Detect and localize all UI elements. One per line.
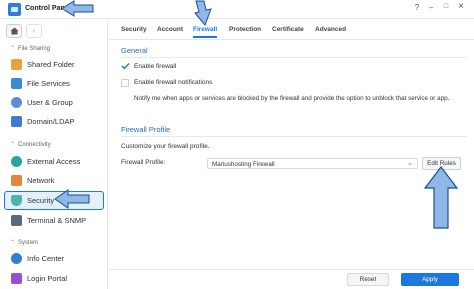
enable-notifications-checkbox[interactable]	[121, 79, 129, 87]
close-icon[interactable]: ×	[455, 1, 467, 12]
tab-protection[interactable]: Protection	[229, 26, 261, 33]
apply-button[interactable]: Apply	[401, 273, 459, 286]
notify-description: Notify me when apps or services are bloc…	[134, 95, 450, 102]
sidebar-item-info-center[interactable]: Info Center	[4, 250, 104, 267]
sidebar-item-file-services[interactable]: File Services	[4, 75, 104, 92]
firewall-profile-heading: Firewall Profile	[121, 125, 171, 134]
reset-button[interactable]: Reset	[347, 273, 389, 286]
footer-bar: Reset Apply	[109, 269, 474, 289]
control-panel-icon	[8, 3, 21, 16]
main-panel: Security Account Firewall Protection Cer…	[109, 20, 474, 289]
shared-folder-icon	[11, 59, 22, 70]
section-file-sharing[interactable]: ⌃ File Sharing	[10, 45, 50, 52]
divider	[121, 136, 467, 137]
tab-bar: Security Account Firewall Protection Cer…	[109, 20, 474, 40]
security-shield-icon	[11, 195, 22, 206]
file-services-icon	[11, 78, 22, 89]
enable-firewall-label: Enable firewall	[134, 63, 177, 70]
arrow-pointer-icon	[423, 166, 459, 229]
help-icon[interactable]: ?	[411, 3, 423, 12]
firewall-profile-select[interactable]: Mariushosting Firewall ⌄	[207, 158, 418, 169]
chevron-up-icon: ⌃	[10, 240, 16, 246]
customize-profile-text: Customize your firewall profile.	[121, 143, 210, 150]
chevron-down-icon: ⌄	[407, 160, 413, 167]
tab-security[interactable]: Security	[121, 26, 147, 33]
sidebar-item-domain-ldap[interactable]: Domain/LDAP	[4, 113, 104, 130]
login-portal-icon	[11, 273, 22, 284]
arrow-pointer-icon	[61, 0, 94, 17]
enable-notifications-label: Enable firewall notifications	[134, 79, 213, 86]
general-heading: General	[121, 46, 148, 55]
tab-advanced[interactable]: Advanced	[315, 26, 346, 33]
sidebar-item-external-access[interactable]: External Access	[4, 153, 104, 170]
home-button[interactable]	[6, 24, 22, 38]
checkmark-icon	[121, 63, 130, 70]
divider	[121, 57, 467, 58]
tab-firewall[interactable]: Firewall	[193, 26, 218, 38]
arrow-pointer-icon	[194, 0, 212, 26]
terminal-icon	[11, 215, 22, 226]
maximize-icon[interactable]: □	[440, 3, 452, 10]
sidebar: ‹ ⌃ File Sharing Shared Folder File Servi…	[0, 20, 108, 289]
back-button[interactable]: ‹	[26, 24, 42, 38]
sidebar-item-user-group[interactable]: User & Group	[4, 94, 104, 111]
tab-certificate[interactable]: Certificate	[272, 26, 304, 33]
chevron-up-icon: ⌃	[10, 142, 16, 148]
home-icon	[10, 27, 19, 35]
minimize-icon[interactable]: –	[425, 3, 437, 12]
info-center-icon	[11, 253, 22, 264]
tab-account[interactable]: Account	[157, 26, 183, 33]
domain-ldap-icon	[11, 116, 22, 127]
external-access-icon	[11, 156, 22, 167]
section-connectivity[interactable]: ⌃ Connectivity	[10, 141, 51, 148]
section-system[interactable]: ⌃ System	[10, 239, 38, 246]
sidebar-item-network[interactable]: Network	[4, 172, 104, 189]
user-group-icon	[11, 97, 22, 108]
sidebar-item-login-portal[interactable]: Login Portal	[4, 270, 104, 287]
sidebar-item-terminal-snmp[interactable]: Terminal & SNMP	[4, 212, 104, 229]
chevron-up-icon: ⌃	[10, 46, 16, 52]
arrow-pointer-icon	[54, 189, 90, 209]
network-icon	[11, 175, 22, 186]
firewall-profile-label: Firewall Profile:	[121, 159, 166, 166]
enable-firewall-checkbox[interactable]	[121, 62, 130, 70]
sidebar-item-shared-folder[interactable]: Shared Folder	[4, 56, 104, 73]
